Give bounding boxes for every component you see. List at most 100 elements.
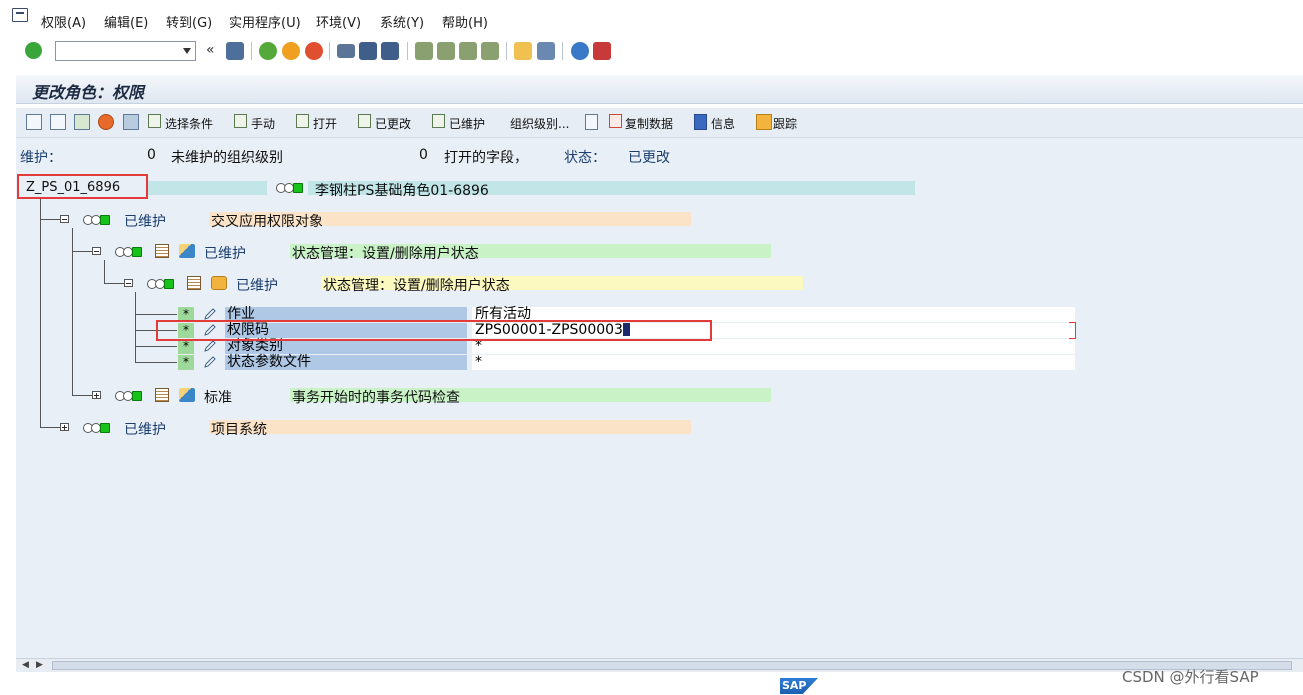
customize-layout-icon[interactable] — [593, 42, 611, 60]
previous-page-icon[interactable] — [437, 42, 455, 60]
object-list-icon — [155, 244, 169, 258]
trace-button[interactable]: 跟踪 — [773, 115, 797, 132]
node-status: 标准 — [204, 390, 232, 406]
authorization-object-icon — [211, 276, 227, 290]
maintained-button[interactable]: 已维护 — [449, 115, 485, 132]
enter-check-icon[interactable] — [25, 42, 42, 59]
next-page-icon[interactable] — [459, 42, 477, 60]
exit-icon[interactable] — [282, 42, 300, 60]
menu-help[interactable]: 帮助(H) — [442, 12, 488, 31]
traffic-light-icon — [115, 391, 147, 401]
authorization-class-icon — [179, 388, 195, 402]
find-icon[interactable] — [359, 42, 377, 60]
field-end-marker — [1069, 322, 1076, 339]
tree-line — [72, 251, 92, 252]
copy-data-button[interactable]: 复制数据 — [625, 115, 673, 132]
collapse-node-icon[interactable] — [92, 247, 101, 255]
traffic-light-icon — [83, 215, 115, 225]
node-text: 状态管理：设置/删除用户状态 — [323, 278, 510, 294]
changed-icon[interactable] — [358, 114, 371, 128]
pencil-icon[interactable] — [203, 339, 217, 353]
menu-bar: 权限(A) 编辑(E) 转到(G) 实用程序(U) 环境(V) 系统(Y) 帮助… — [0, 0, 1303, 38]
menu-environment[interactable]: 环境(V) — [316, 12, 361, 31]
tree-line — [135, 362, 177, 363]
tree-line — [40, 219, 60, 220]
collapse-node-icon[interactable] — [124, 279, 133, 287]
tree-line — [104, 260, 105, 283]
last-page-icon[interactable] — [481, 42, 499, 60]
horizontal-scrollbar[interactable]: ◀ ▶ — [16, 658, 1303, 672]
cancel-icon[interactable] — [305, 42, 323, 60]
menu-authorization[interactable]: 权限(A) — [41, 12, 86, 31]
traffic-light-icon — [276, 183, 308, 193]
state-value: 已更改 — [628, 150, 670, 166]
expand-all-icon[interactable] — [26, 114, 42, 130]
menu-utilities[interactable]: 实用程序(U) — [229, 12, 301, 31]
field-value[interactable]: * — [472, 339, 1075, 354]
expand-node-icon[interactable] — [92, 391, 101, 399]
menu-system[interactable]: 系统(Y) — [380, 12, 424, 31]
command-field[interactable] — [55, 41, 196, 61]
shortcut-icon[interactable] — [537, 42, 555, 60]
authorization-class-icon — [179, 244, 195, 258]
manual-icon[interactable] — [234, 114, 247, 128]
scroll-left-icon[interactable]: ◀ — [22, 660, 29, 670]
toolbar-separator — [506, 42, 507, 60]
window-menu-icon[interactable] — [12, 8, 28, 22]
unmaintained-org-count: 0 — [147, 147, 156, 163]
scrollbar-thumb[interactable] — [52, 661, 1292, 670]
node-text: 事务开始时的事务代码检查 — [292, 390, 460, 406]
print-icon[interactable] — [337, 44, 355, 58]
delete-icon[interactable] — [123, 114, 139, 130]
menu-goto[interactable]: 转到(G) — [166, 12, 212, 31]
traffic-light-icon — [115, 247, 147, 257]
open-fields-count: 0 — [419, 147, 428, 163]
tree-line — [135, 292, 136, 362]
maintained-icon[interactable] — [432, 114, 445, 128]
collapse-all-icon[interactable] — [50, 114, 66, 130]
root-role-description: 李钢柱PS基础角色01-6896 — [315, 183, 489, 199]
select-criteria-icon[interactable] — [148, 114, 161, 128]
pencil-icon[interactable] — [203, 307, 217, 321]
tree-line — [40, 197, 41, 427]
open-button[interactable]: 打开 — [313, 115, 337, 132]
manual-button[interactable]: 手动 — [251, 115, 275, 132]
download-icon[interactable] — [74, 114, 90, 130]
open-icon[interactable] — [296, 114, 309, 128]
toolbar-separator — [407, 42, 408, 60]
traffic-light-icon — [147, 279, 179, 289]
info-button[interactable]: 信息 — [711, 115, 735, 132]
menu-edit[interactable]: 编辑(E) — [104, 12, 148, 31]
back-icon[interactable] — [259, 42, 277, 60]
new-session-icon[interactable] — [514, 42, 532, 60]
node-status: 已维护 — [124, 214, 166, 230]
deactivate-icon[interactable] — [98, 114, 114, 130]
copy-data-icon[interactable] — [609, 114, 622, 128]
trace-icon[interactable] — [756, 114, 772, 130]
collapse-toolbar-icon[interactable]: « — [206, 42, 215, 58]
field-label: 对象类别 — [225, 339, 467, 354]
unmaintained-org-label: 未维护的组织级别 — [171, 150, 283, 166]
field-value[interactable]: * — [472, 355, 1075, 370]
list-icon[interactable] — [585, 114, 598, 130]
expand-node-icon[interactable] — [60, 423, 69, 431]
org-levels-button[interactable]: 组织级别... — [510, 115, 569, 132]
node-status: 已维护 — [236, 278, 278, 294]
save-icon[interactable] — [226, 42, 244, 60]
collapse-node-icon[interactable] — [60, 215, 69, 223]
first-page-icon[interactable] — [415, 42, 433, 60]
find-next-icon[interactable] — [381, 42, 399, 60]
toolbar-separator — [562, 42, 563, 60]
info-icon[interactable] — [694, 114, 707, 130]
node-text: 项目系统 — [211, 422, 267, 438]
maintain-label: 维护： — [20, 150, 62, 166]
field-label: 状态参数文件 — [225, 355, 467, 370]
pencil-icon[interactable] — [203, 355, 217, 369]
help-icon[interactable] — [571, 42, 589, 60]
select-criteria-button[interactable]: 选择条件 — [165, 115, 213, 132]
changed-button[interactable]: 已更改 — [375, 115, 411, 132]
scroll-right-icon[interactable]: ▶ — [36, 660, 43, 670]
toolbar-separator — [329, 42, 330, 60]
chevron-down-icon[interactable] — [183, 48, 191, 54]
tree-line — [135, 314, 177, 315]
